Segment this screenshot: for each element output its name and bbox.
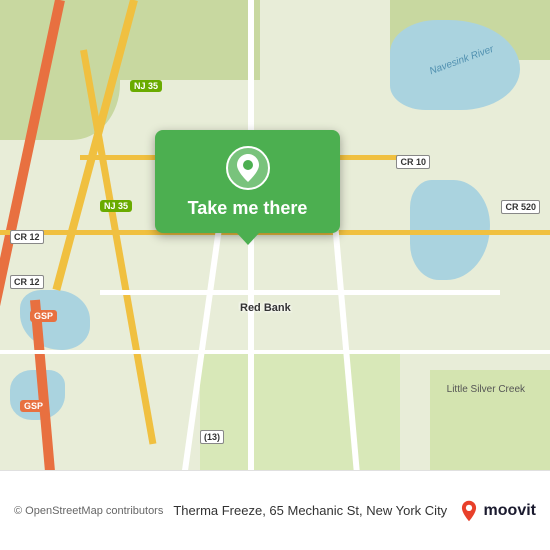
road-label-gsp-1: GSP: [30, 310, 57, 322]
road-horizontal-3: [100, 290, 500, 295]
map-container: NJ 35 NJ 35 CR 12 CR 12 CR 10 CR 520 GSP…: [0, 0, 550, 550]
road-label-cr10: CR 10: [396, 155, 430, 169]
road-horizontal-4: [0, 350, 550, 354]
destination-address: Therma Freeze, 65 Mechanic St, New York …: [173, 503, 447, 518]
location-pin-icon: [226, 146, 270, 190]
map-copyright: © OpenStreetMap contributors: [14, 505, 163, 517]
green-area: [200, 350, 400, 470]
road-label-13: (13): [200, 430, 224, 444]
road-label-nj35-mid: NJ 35: [100, 200, 132, 212]
moovit-logo: moovit: [458, 500, 536, 522]
popup-label: Take me there: [188, 198, 308, 219]
moovit-pin-icon: [458, 500, 480, 522]
place-label-red-bank: Red Bank: [240, 302, 291, 314]
moovit-brand-text: moovit: [484, 502, 536, 520]
little-silver-label: Little Silver Creek: [447, 384, 525, 395]
road-label-gsp-2: GSP: [20, 400, 47, 412]
take-me-there-popup[interactable]: Take me there: [155, 130, 340, 233]
road-label-nj35-top: NJ 35: [130, 80, 162, 92]
green-area: [80, 0, 260, 80]
road-label-cr12-left: CR 12: [10, 230, 44, 244]
road-label-cr12-mid: CR 12: [10, 275, 44, 289]
road-label-cr520: CR 520: [501, 200, 540, 214]
bottom-bar: © OpenStreetMap contributors Therma Free…: [0, 470, 550, 550]
